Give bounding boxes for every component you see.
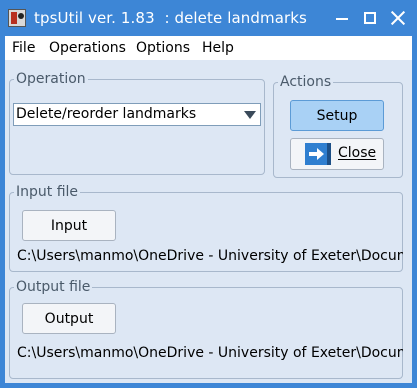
title-bar[interactable]: tpsUtil ver. 1.83 : delete landmarks	[0, 0, 417, 36]
output-button-label: Output	[44, 310, 94, 327]
window-title: tpsUtil ver. 1.83 : delete landmarks	[34, 9, 307, 27]
client-area: File Operations Options Help Operation D…	[5, 36, 412, 383]
maximize-icon	[364, 12, 376, 24]
actions-legend: Actions	[280, 74, 332, 90]
door-edge-icon	[327, 143, 331, 165]
operation-legend: Operation	[16, 71, 86, 87]
operation-select[interactable]: Delete/reorder landmarks	[13, 103, 261, 126]
setup-button-label: Setup	[316, 107, 358, 124]
input-button[interactable]: Input	[22, 210, 116, 241]
menu-bar: File Operations Options Help	[5, 36, 412, 60]
output-file-path: C:\Users\manmo\OneDrive - University of …	[17, 345, 403, 361]
minimize-button[interactable]	[328, 6, 356, 30]
output-button[interactable]: Output	[22, 303, 116, 334]
minimize-icon	[336, 18, 348, 20]
menu-options[interactable]: Options	[136, 40, 190, 56]
window-close-button[interactable]	[384, 6, 412, 30]
app-window: tpsUtil ver. 1.83 : delete landmarks Fil…	[0, 0, 417, 388]
chevron-down-icon[interactable]	[244, 111, 256, 119]
maximize-button[interactable]	[356, 6, 384, 30]
exit-door-icon	[305, 143, 329, 165]
operation-selected-value: Delete/reorder landmarks	[16, 106, 197, 122]
menu-operations[interactable]: Operations	[49, 40, 126, 56]
menu-help[interactable]: Help	[202, 40, 234, 56]
close-icon	[391, 11, 405, 25]
output-file-legend: Output file	[16, 279, 91, 295]
setup-button[interactable]: Setup	[290, 100, 384, 131]
input-file-path: C:\Users\manmo\OneDrive - University of …	[17, 248, 403, 264]
app-icon[interactable]	[8, 9, 26, 27]
input-file-legend: Input file	[16, 184, 79, 200]
close-button-label: Close	[338, 145, 377, 161]
input-button-label: Input	[50, 217, 88, 234]
menu-file[interactable]: File	[12, 40, 35, 56]
close-button[interactable]: Close	[290, 138, 384, 170]
